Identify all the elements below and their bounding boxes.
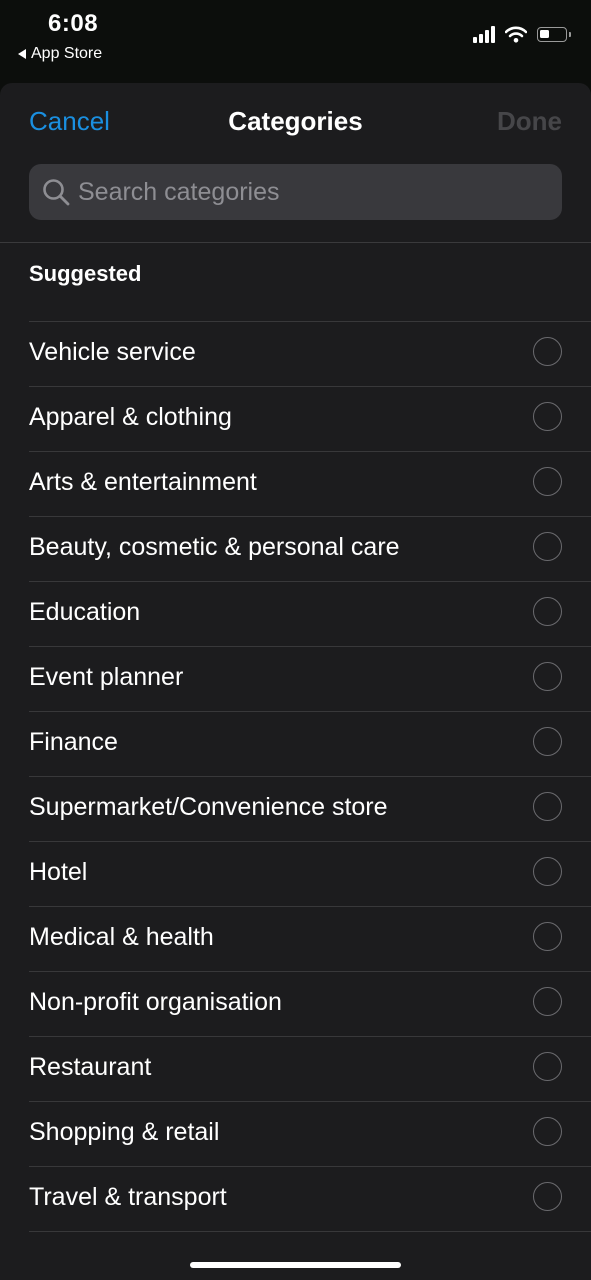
battery-icon bbox=[537, 27, 571, 42]
category-label: Beauty, cosmetic & personal care bbox=[29, 533, 400, 561]
radio-button[interactable] bbox=[533, 1182, 562, 1211]
category-row[interactable]: Supermarket/Convenience store bbox=[0, 776, 591, 841]
back-app-label: App Store bbox=[31, 45, 103, 62]
status-icons bbox=[473, 26, 571, 43]
categories-sheet: Cancel Categories Done Suggested Vehicle… bbox=[0, 83, 591, 1280]
radio-button[interactable] bbox=[533, 662, 562, 691]
category-row[interactable]: Medical & health bbox=[0, 906, 591, 971]
category-label: Apparel & clothing bbox=[29, 403, 232, 431]
category-label: Restaurant bbox=[29, 1053, 152, 1081]
category-label: Travel & transport bbox=[29, 1183, 227, 1211]
category-label: Hotel bbox=[29, 858, 88, 886]
cellular-signal-icon bbox=[473, 26, 495, 43]
category-label: Finance bbox=[29, 728, 118, 756]
category-row[interactable]: Restaurant bbox=[0, 1036, 591, 1101]
home-indicator[interactable] bbox=[190, 1262, 401, 1268]
category-row[interactable]: Travel & transport bbox=[0, 1166, 591, 1231]
status-time: 6:08 bbox=[48, 10, 99, 37]
category-row[interactable]: Non-profit organisation bbox=[0, 971, 591, 1036]
radio-button[interactable] bbox=[533, 987, 562, 1016]
radio-button[interactable] bbox=[533, 402, 562, 431]
radio-button[interactable] bbox=[533, 597, 562, 626]
header-divider bbox=[0, 242, 591, 243]
category-list: Vehicle service Apparel & clothing Arts … bbox=[0, 321, 591, 1232]
radio-button[interactable] bbox=[533, 922, 562, 951]
category-label: Vehicle service bbox=[29, 338, 196, 366]
category-label: Supermarket/Convenience store bbox=[29, 793, 388, 821]
status-bar: 6:08 App Store bbox=[0, 0, 591, 82]
list-end-divider bbox=[0, 1231, 591, 1232]
category-row[interactable]: Finance bbox=[0, 711, 591, 776]
back-triangle-icon bbox=[18, 49, 26, 59]
radio-button[interactable] bbox=[533, 532, 562, 561]
category-row[interactable]: Shopping & retail bbox=[0, 1101, 591, 1166]
radio-button[interactable] bbox=[533, 1052, 562, 1081]
radio-button[interactable] bbox=[533, 857, 562, 886]
cancel-button[interactable]: Cancel bbox=[29, 106, 110, 137]
category-row[interactable]: Arts & entertainment bbox=[0, 451, 591, 516]
radio-button[interactable] bbox=[533, 467, 562, 496]
category-label: Shopping & retail bbox=[29, 1118, 220, 1146]
back-to-app-link[interactable]: App Store bbox=[18, 45, 102, 63]
category-label: Non-profit organisation bbox=[29, 988, 282, 1016]
section-title-suggested: Suggested bbox=[29, 261, 142, 286]
category-row[interactable]: Education bbox=[0, 581, 591, 646]
done-button[interactable]: Done bbox=[497, 106, 562, 137]
radio-button[interactable] bbox=[533, 727, 562, 756]
search-icon bbox=[43, 179, 70, 206]
wifi-icon bbox=[505, 26, 527, 43]
nav-bar: Cancel Categories Done bbox=[0, 83, 591, 161]
category-label: Arts & entertainment bbox=[29, 468, 257, 496]
category-row[interactable]: Beauty, cosmetic & personal care bbox=[0, 516, 591, 581]
radio-button[interactable] bbox=[533, 792, 562, 821]
radio-button[interactable] bbox=[533, 337, 562, 366]
category-row[interactable]: Hotel bbox=[0, 841, 591, 906]
category-label: Education bbox=[29, 598, 141, 626]
search-bar[interactable] bbox=[29, 164, 562, 220]
category-label: Event planner bbox=[29, 663, 184, 691]
category-label: Medical & health bbox=[29, 923, 214, 951]
category-row[interactable]: Vehicle service bbox=[0, 321, 591, 386]
search-input[interactable] bbox=[78, 177, 562, 207]
category-row[interactable]: Apparel & clothing bbox=[0, 386, 591, 451]
category-row[interactable]: Event planner bbox=[0, 646, 591, 711]
radio-button[interactable] bbox=[533, 1117, 562, 1146]
